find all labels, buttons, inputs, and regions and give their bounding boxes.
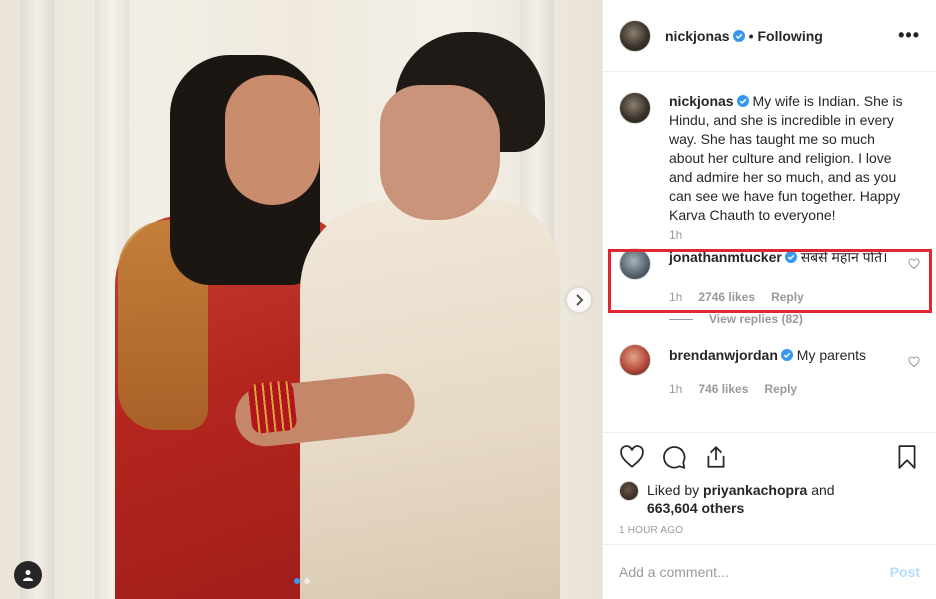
comment-username[interactable]: jonathanmtucker [669, 249, 782, 265]
like-comment-heart-icon[interactable] [908, 258, 920, 270]
caption-time[interactable]: 1h [669, 228, 682, 242]
like-comment-heart-icon[interactable] [908, 356, 920, 368]
post-photo[interactable] [0, 0, 602, 599]
comment-icon[interactable] [661, 444, 687, 470]
liked-by-user[interactable]: priyankachopra [703, 482, 807, 498]
separator: • [748, 27, 754, 44]
comment-meta: 1h 746 likes Reply [669, 382, 920, 396]
avatar[interactable] [619, 344, 651, 376]
liked-by-prefix: Liked by [647, 482, 700, 498]
heart-icon[interactable] [619, 444, 645, 470]
post-actions: Liked by priyankachopra and 663,604 othe… [603, 432, 936, 536]
comment-item: brendanwjordan My parents [619, 344, 920, 376]
comment-time[interactable]: 1h [669, 382, 682, 396]
following-button[interactable]: Following [758, 28, 823, 44]
avatar[interactable] [619, 481, 639, 501]
bookmark-icon[interactable] [894, 444, 920, 470]
post-timestamp[interactable]: 1 HOUR AGO [619, 525, 920, 536]
carousel-dot [294, 578, 300, 584]
comment-input[interactable] [619, 564, 890, 580]
caption-meta: 1h [669, 228, 920, 242]
person-icon [23, 570, 33, 581]
caption-text: My wife is Indian. She is Hindu, and she… [669, 93, 903, 223]
verified-badge-icon [784, 251, 797, 263]
view-replies-button[interactable]: View replies (82) [669, 312, 920, 326]
action-icons [619, 433, 920, 481]
reply-button[interactable]: Reply [764, 382, 797, 396]
curtain-fold [20, 0, 54, 599]
divider [669, 318, 693, 320]
avatar[interactable] [619, 19, 651, 52]
reply-button[interactable]: Reply [771, 290, 804, 304]
comment-username[interactable]: brendanwjordan [669, 347, 778, 363]
avatar[interactable] [619, 248, 651, 280]
red-bangles [247, 379, 298, 435]
liked-by-and: and [811, 482, 835, 498]
comment-text: सबसे महान पति। [800, 249, 888, 265]
caption-username[interactable]: nickjonas [669, 93, 734, 109]
share-icon[interactable] [703, 444, 729, 470]
user-tags-button[interactable] [14, 561, 42, 589]
add-comment-bar: Post [603, 544, 936, 599]
woman-face [225, 75, 320, 205]
comment-likes[interactable]: 746 likes [698, 382, 748, 396]
comment-meta: 1h 2746 likes Reply [669, 290, 920, 304]
likes-count[interactable]: 663,604 others [647, 500, 744, 516]
carousel-dots [294, 578, 310, 584]
post-header: nickjonas • Following ••• [603, 0, 936, 72]
comment-time[interactable]: 1h [669, 290, 682, 304]
post-side-panel: nickjonas • Following ••• nickjonas My w… [602, 0, 936, 599]
comment-likes[interactable]: 2746 likes [698, 290, 755, 304]
comment-text: My parents [796, 347, 867, 363]
chevron-right-icon [576, 294, 584, 306]
carousel-dot [304, 578, 310, 584]
caption: nickjonas My wife is Indian. She is Hind… [619, 92, 920, 225]
carousel-next-button[interactable] [567, 288, 591, 312]
verified-badge-icon [736, 95, 749, 107]
verified-badge-icon [732, 29, 745, 42]
likes-summary: Liked by priyankachopra and 663,604 othe… [619, 481, 920, 517]
post-button[interactable]: Post [890, 564, 920, 580]
view-replies-label: View replies (82) [709, 312, 803, 326]
comment-item: jonathanmtucker सबसे महान पति। [619, 242, 920, 280]
avatar[interactable] [619, 92, 651, 124]
verified-badge-icon [780, 349, 793, 361]
header-username[interactable]: nickjonas [665, 28, 730, 44]
comments-list[interactable]: nickjonas My wife is Indian. She is Hind… [603, 72, 936, 432]
more-options-button[interactable]: ••• [898, 25, 920, 46]
man-face [380, 85, 500, 220]
